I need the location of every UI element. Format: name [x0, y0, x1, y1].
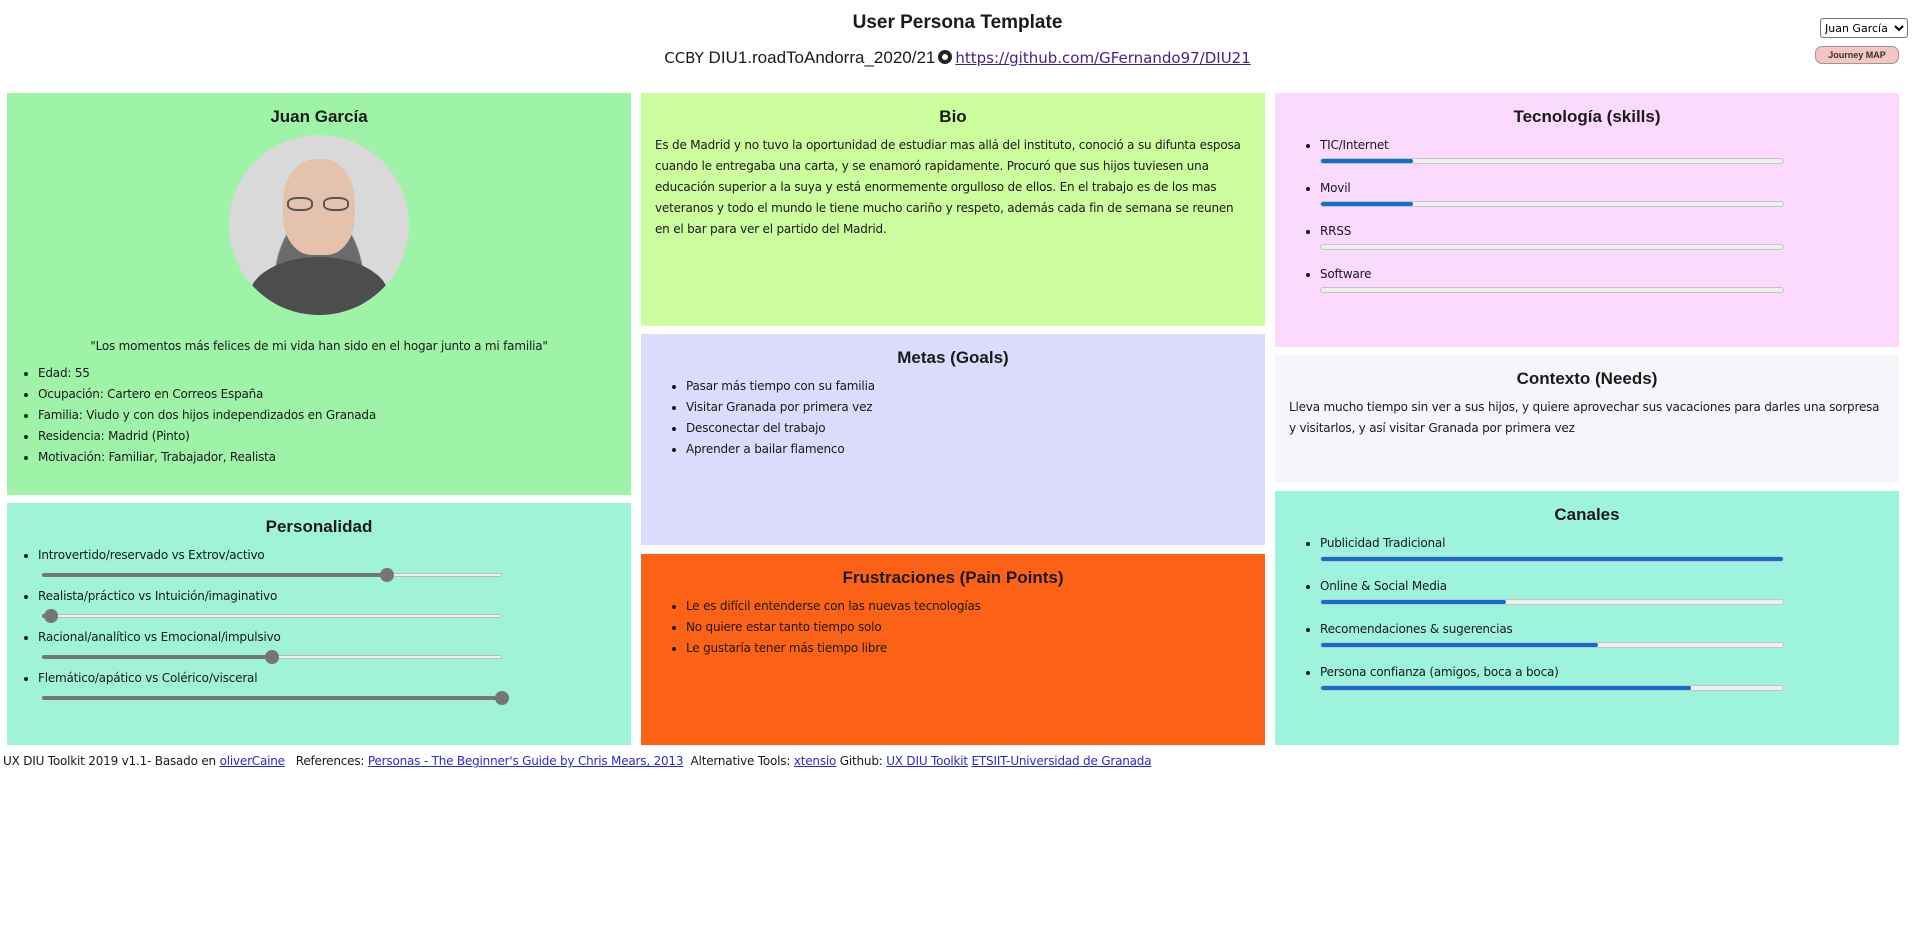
github-icon: [938, 50, 953, 64]
footer-toolkit-link[interactable]: UX DIU Toolkit: [886, 754, 968, 768]
skills-list: TIC/Internet Movil RRSS Software: [1289, 135, 1885, 293]
frustrations-card: Frustraciones (Pain Points) Le es difíci…: [641, 554, 1265, 745]
goals-title: Metas (Goals): [897, 348, 1009, 367]
personality-slider[interactable]: [42, 691, 509, 705]
frustrations-list: Le es difícil entenderse con las nuevas …: [655, 596, 1251, 659]
detail-motivation: Motivación: Familiar, Trabajador, Realis…: [38, 447, 617, 468]
detail-family: Familia: Viudo y con dos hijos independi…: [38, 405, 617, 426]
personality-card: Personalidad Introvertido/reservado vs E…: [7, 503, 631, 745]
personality-item: Flemático/apático vs Colérico/visceral: [38, 668, 617, 705]
personality-label: Introvertido/reservado vs Extrov/activo: [38, 548, 265, 562]
channel-item: Publicidad Tradicional: [1320, 533, 1885, 562]
skill-label: Software: [1320, 267, 1372, 281]
goal-item: Aprender a bailar flamenco: [686, 439, 1251, 460]
channel-progress-bar: [1320, 685, 1784, 691]
bio-title: Bio: [939, 107, 967, 126]
channel-progress-bar: [1320, 599, 1784, 605]
channel-progress-bar: [1320, 642, 1784, 648]
context-text: Lleva mucho tiempo sin ver a sus hijos, …: [1289, 400, 1880, 435]
channels-card: Canales Publicidad Tradicional Online & S…: [1275, 491, 1899, 745]
footer-personas-link[interactable]: Personas - The Beginner's Guide by Chris…: [368, 754, 684, 768]
channel-progress-bar: [1320, 556, 1784, 562]
goal-item: Desconectar del trabajo: [686, 418, 1251, 439]
channel-item: Persona confianza (amigos, boca a boca): [1320, 662, 1885, 691]
footer: UX DIU Toolkit 2019 v1.1- Basado en oliv…: [3, 754, 1152, 768]
footer-references-label: References:: [295, 754, 365, 768]
personality-title: Personalidad: [265, 517, 373, 536]
skill-item: TIC/Internet: [1320, 135, 1885, 164]
personality-item: Racional/analítico vs Emocional/impulsiv…: [38, 627, 617, 664]
goal-item: Visitar Granada por primera vez: [686, 397, 1251, 418]
skill-progress-bar: [1320, 287, 1784, 293]
page-title: User Persona Template: [852, 12, 1063, 33]
skill-progress-bar: [1320, 244, 1784, 250]
skill-progress-bar: [1320, 158, 1784, 164]
frustration-item: Le es difícil entenderse con las nuevas …: [686, 596, 1251, 617]
context-title: Contexto (Needs): [1516, 369, 1658, 388]
personality-slider[interactable]: [42, 568, 502, 582]
detail-occupation: Ocupación: Cartero en Correos España: [38, 384, 617, 405]
channel-label: Publicidad Tradicional: [1320, 536, 1446, 550]
license-line: CCBY DIU1.roadToAndorra_2020/21 https://g…: [0, 48, 1915, 68]
footer-olivercaine-link[interactable]: oliverCaine: [220, 754, 285, 768]
journey-map-button[interactable]: Journey MAP: [1815, 46, 1899, 64]
skill-label: Movil: [1320, 181, 1351, 195]
channel-item: Recomendaciones & sugerencias: [1320, 619, 1885, 648]
context-card: Contexto (Needs) Lleva mucho tiempo sin …: [1275, 355, 1899, 482]
channel-label: Recomendaciones & sugerencias: [1320, 622, 1513, 636]
bio-card: Bio Es de Madrid y no tuvo la oportunida…: [641, 93, 1265, 326]
persona-select[interactable]: Juan García: [1820, 18, 1908, 38]
footer-alt-tools-label: Alternative Tools:: [690, 754, 791, 768]
skill-item: RRSS: [1320, 221, 1885, 250]
channels-list: Publicidad Tradicional Online & Social Me…: [1289, 533, 1885, 691]
frustration-item: No quiere estar tanto tiempo solo: [686, 617, 1251, 638]
channel-item: Online & Social Media: [1320, 576, 1885, 605]
footer-toolkit-text: UX DIU Toolkit 2019 v1.1- Basado en: [3, 754, 216, 768]
goals-card: Metas (Goals) Pasar más tiempo con su fa…: [641, 334, 1265, 545]
footer-etsiit-link[interactable]: ETSIIT-Universidad de Granada: [972, 754, 1152, 768]
personality-label: Realista/práctico vs Intuición/imaginati…: [38, 589, 278, 603]
personality-slider[interactable]: [42, 650, 502, 664]
personality-list: Introvertido/reservado vs Extrov/activo R…: [21, 545, 617, 705]
personality-item: Realista/práctico vs Intuición/imaginati…: [38, 586, 617, 623]
personality-item: Introvertido/reservado vs Extrov/activo: [38, 545, 617, 582]
channel-label: Persona confianza (amigos, boca a boca): [1320, 665, 1559, 679]
skills-title: Tecnología (skills): [1513, 107, 1661, 126]
footer-xtensio-link[interactable]: xtensio: [794, 754, 837, 768]
footer-github-label: Github:: [839, 754, 883, 768]
persona-quote: "Los momentos más felices de mi vida han…: [90, 339, 548, 353]
skill-item: Movil: [1320, 178, 1885, 207]
skill-progress-bar: [1320, 201, 1784, 207]
frustrations-title: Frustraciones (Pain Points): [842, 568, 1064, 587]
bio-text: Es de Madrid y no tuvo la oportunidad de…: [655, 138, 1241, 236]
skill-label: RRSS: [1320, 224, 1352, 238]
goal-item: Pasar más tiempo con su familia: [686, 376, 1251, 397]
skill-label: TIC/Internet: [1320, 138, 1389, 152]
personality-label: Flemático/apático vs Colérico/visceral: [38, 671, 258, 685]
goals-list: Pasar más tiempo con su familia Visitar …: [655, 376, 1251, 460]
personality-label: Racional/analítico vs Emocional/impulsiv…: [38, 630, 281, 644]
detail-residence: Residencia: Madrid (Pinto): [38, 426, 617, 447]
persona-avatar: [229, 135, 409, 315]
license-prefix: CCBY: [664, 49, 704, 67]
skill-item: Software: [1320, 264, 1885, 293]
frustration-item: Le gustaría tener más tiempo libre: [686, 638, 1251, 659]
channel-label: Online & Social Media: [1320, 579, 1447, 593]
license-name: DIU1.roadToAndorra_2020/21: [708, 48, 936, 67]
personality-slider[interactable]: [42, 609, 502, 623]
repo-link[interactable]: https://github.com/GFernando97/DIU21: [955, 49, 1250, 67]
persona-details: Edad: 55 Ocupación: Cartero en Correos E…: [21, 363, 617, 468]
channels-title: Canales: [1554, 505, 1620, 524]
detail-age: Edad: 55: [38, 363, 617, 384]
persona-card: Juan García "Los momentos más felices de…: [7, 93, 631, 495]
skills-card: Tecnología (skills) TIC/Internet Movil RRS…: [1275, 93, 1899, 347]
persona-name: Juan García: [270, 107, 368, 126]
